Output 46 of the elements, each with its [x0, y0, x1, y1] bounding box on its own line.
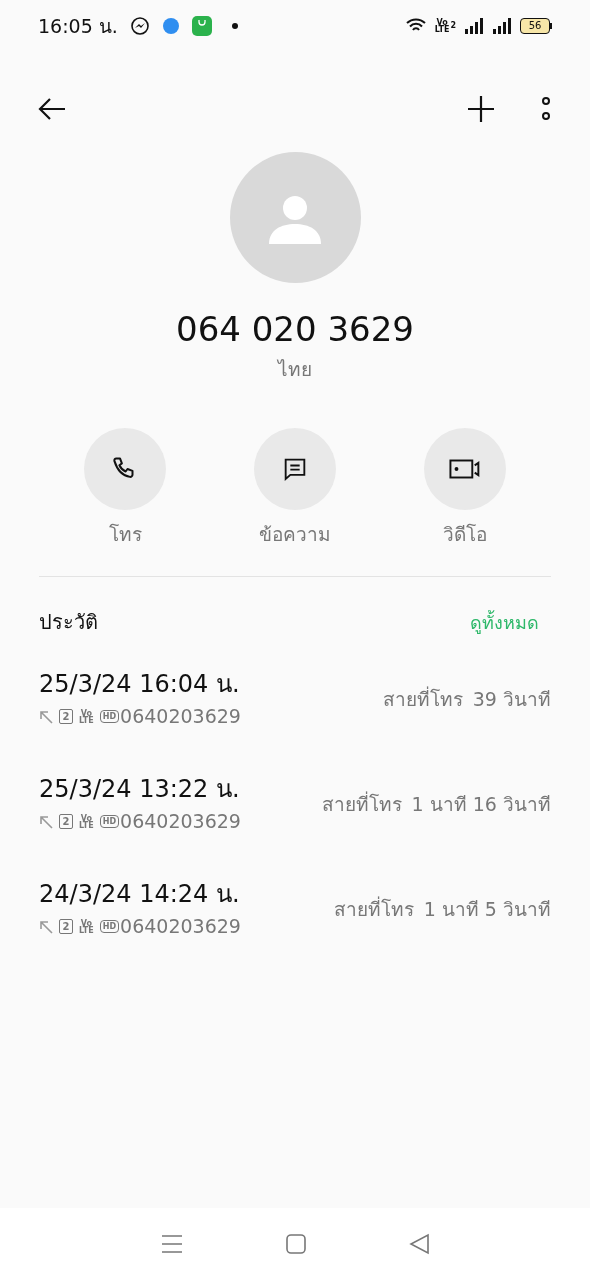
- call-entry[interactable]: 25/3/24 13:22 น. 2 Vo LTE HD 0640203629 สายที่โทร 1 นาที 16 วินาที: [39, 762, 551, 867]
- sim-label: 2: [450, 22, 456, 30]
- outgoing-arrow-icon: [39, 814, 53, 829]
- action-label: โทร: [108, 521, 142, 547]
- sim-badge: 2: [59, 814, 73, 829]
- call-entry[interactable]: 25/3/24 16:04 น. 2 Vo LTE HD 0640203629 สายที่โทร 39 วินาที: [39, 657, 551, 762]
- call-type: สายที่โทร: [321, 790, 402, 818]
- call-datetime: 25/3/24 16:04 น.: [39, 669, 241, 701]
- call-duration: 1 นาที 5 วินาที: [423, 897, 551, 923]
- call-datetime: 25/3/24 13:22 น.: [39, 774, 241, 806]
- call-duration: 39 วินาที: [472, 687, 551, 713]
- back-nav-button[interactable]: [407, 1233, 430, 1255]
- app-icon: [161, 17, 180, 35]
- signal-icon: [492, 18, 512, 34]
- history-title: ประวัติ: [39, 609, 98, 636]
- call-number: 0640203629: [120, 704, 241, 730]
- hd-badge: HD: [99, 710, 120, 723]
- call-datetime: 24/3/24 14:24 น.: [39, 879, 241, 911]
- outgoing-arrow-icon: [39, 919, 53, 934]
- call-type: สายที่โทร: [382, 685, 463, 713]
- volte-label: Vo LTE: [434, 19, 450, 33]
- action-label: วิดีโอ: [443, 521, 487, 547]
- outgoing-arrow-icon: [39, 709, 53, 724]
- call-type: สายที่โทร: [333, 895, 414, 923]
- battery-icon: 56: [520, 18, 552, 34]
- hd-badge: HD: [99, 815, 120, 828]
- action-label: ข้อความ: [259, 521, 331, 547]
- contact-location: ไทย: [278, 357, 312, 382]
- call-entry[interactable]: 24/3/24 14:24 น. 2 Vo LTE HD 0640203629 สายที่โทร 1 นาที 5 วินาที: [39, 867, 551, 972]
- messenger-icon: [129, 16, 150, 36]
- hd-badge: HD: [99, 920, 120, 933]
- add-button[interactable]: [466, 94, 496, 124]
- store-icon: [191, 16, 212, 36]
- volte-label: Vo LTE: [79, 709, 94, 724]
- volte-label: Vo LTE: [79, 919, 94, 934]
- volte-label: Vo LTE: [79, 814, 94, 829]
- status-time: 16:05 น.: [38, 13, 118, 39]
- call-number: 0640203629: [120, 809, 241, 835]
- signal-icon: [464, 18, 484, 34]
- home-button[interactable]: [285, 1233, 307, 1255]
- call-duration: 1 นาที 16 วินาที: [411, 792, 551, 818]
- sim-badge: 2: [59, 709, 73, 724]
- sim-badge: 2: [59, 919, 73, 934]
- contact-number: 064 020 3629: [176, 308, 414, 351]
- call-number: 0640203629: [120, 914, 241, 940]
- menu-button[interactable]: [160, 1233, 185, 1255]
